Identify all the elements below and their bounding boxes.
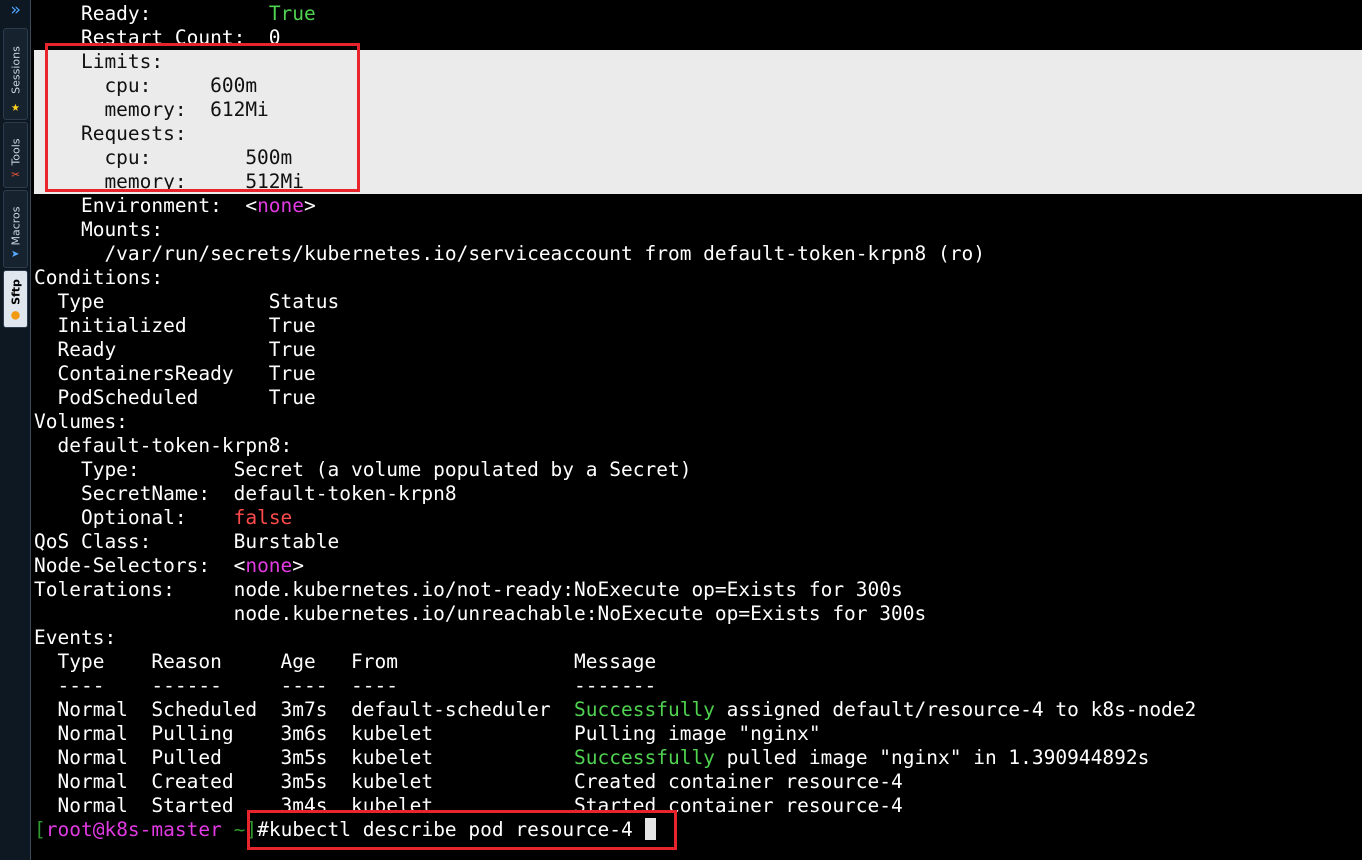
events-separator: ---- ------ ---- ---- ------- [34, 674, 657, 697]
sidebar-tab-sftp[interactable]: Sftp ● [3, 270, 28, 328]
sidebar-tab-label: Sftp [9, 279, 22, 306]
conditions-row: ContainersReady True [34, 362, 316, 385]
command-annotation-box [247, 810, 677, 850]
environment-line: Environment: <none> [34, 194, 316, 217]
volumes-header: Volumes: [34, 410, 128, 433]
star-icon: ★ [11, 99, 20, 115]
container-ready-line: Ready: True [34, 2, 316, 25]
sidebar-tab-macros[interactable]: Macros ➤ [3, 190, 28, 268]
terminal-output[interactable]: Ready: True Restart Count: 0 Limits: cpu… [34, 0, 1362, 860]
tolerations-line: node.kubernetes.io/unreachable:NoExecute… [34, 602, 927, 625]
conditions-row: Initialized True [34, 314, 316, 337]
events-columns: Type Reason Age From Message [34, 650, 657, 673]
event-row: Normal Pulling 3m6s kubelet Pulling imag… [34, 722, 821, 745]
conditions-row: PodScheduled True [34, 386, 316, 409]
sidebar-tab-sessions[interactable]: Sessions ★ [3, 28, 28, 120]
sidebar-tab-label: Sessions [9, 46, 22, 95]
sidebar-tab-tools[interactable]: Tools ✂ [3, 122, 28, 188]
collapse-sidebar-icon[interactable]: » [0, 0, 31, 22]
event-row: Normal Pulled 3m5s kubelet Successfully … [34, 746, 1150, 769]
mount-path-line: /var/run/secrets/kubernetes.io/serviceac… [34, 242, 985, 265]
tolerations-line: Tolerations: node.kubernetes.io/not-read… [34, 578, 903, 601]
prompt-bracket: [ [34, 818, 46, 841]
conditions-header: Conditions: [34, 266, 164, 289]
volume-type-line: Type: Secret (a volume populated by a Se… [34, 458, 692, 481]
send-icon: ➤ [11, 247, 20, 263]
sidebar-tab-label: Tools [9, 138, 22, 166]
events-header: Events: [34, 626, 117, 649]
volume-name-line: default-token-krpn8: [34, 434, 293, 457]
sftp-icon: ● [11, 307, 20, 323]
mounts-header: Mounts: [34, 218, 164, 241]
sidebar-tab-label: Macros [9, 206, 22, 246]
prompt-user-host: root@k8s-master [45, 818, 222, 841]
volume-secret-name-line: SecretName: default-token-krpn8 [34, 482, 457, 505]
session-sidebar: » Sessions ★ Tools ✂ Macros ➤ Sftp ● [0, 0, 31, 860]
resources-annotation-box [45, 43, 360, 192]
conditions-row: Type Status [34, 290, 340, 313]
conditions-row: Ready True [34, 338, 316, 361]
volume-optional-line: Optional: false [34, 506, 293, 529]
event-row: Normal Created 3m5s kubelet Created cont… [34, 770, 903, 793]
event-row: Normal Scheduled 3m7s default-scheduler … [34, 698, 1197, 721]
tools-icon: ✂ [11, 167, 20, 183]
node-selectors-line: Node-Selectors: <none> [34, 554, 305, 577]
qos-class-line: QoS Class: Burstable [34, 530, 340, 553]
prompt-cwd: ~ [221, 818, 246, 841]
